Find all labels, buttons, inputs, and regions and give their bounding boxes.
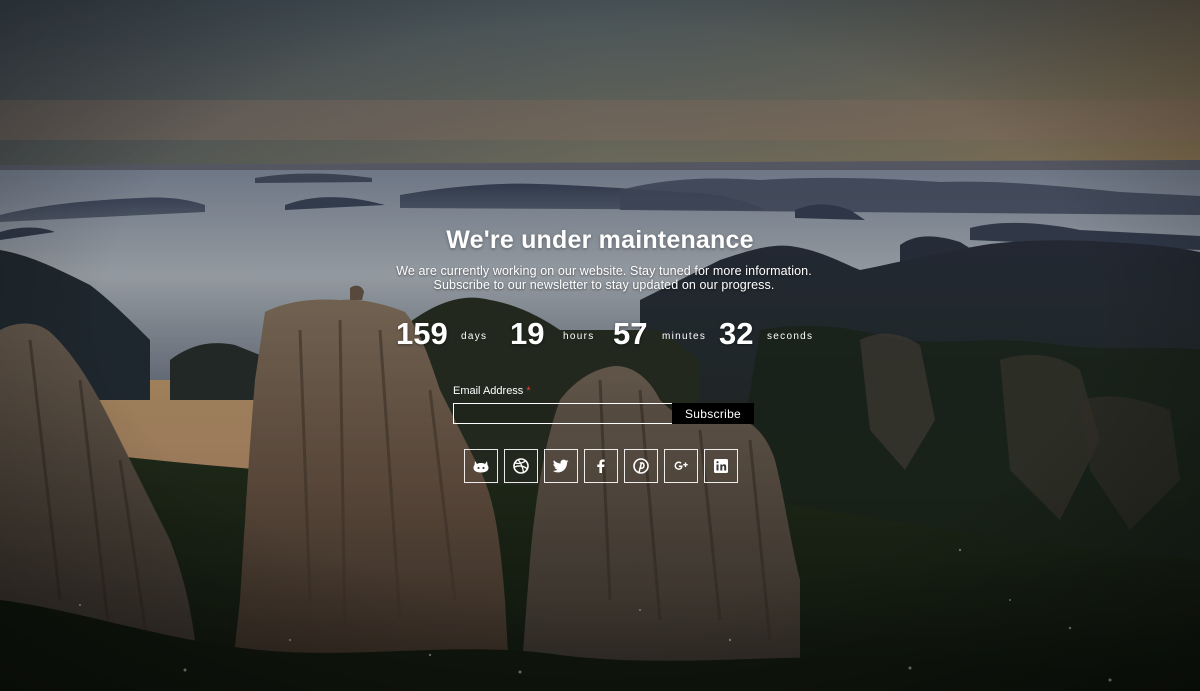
social-links (464, 449, 744, 484)
dribbble-icon (513, 458, 529, 474)
pinterest-link[interactable] (624, 449, 658, 483)
twitter-link[interactable] (544, 449, 578, 483)
countdown-days-label: days (461, 331, 488, 342)
linkedin-link[interactable] (704, 449, 738, 483)
subtitle-line-2: Subscribe to our newsletter to stay upda… (433, 278, 775, 292)
countdown-hours-label: hours (563, 331, 595, 342)
page-title: We're under maintenance (446, 226, 754, 254)
google-plus-icon (674, 461, 688, 470)
subscribe-button[interactable]: Subscribe (672, 403, 754, 424)
google-plus-link[interactable] (664, 449, 698, 483)
countdown-seconds-label: seconds (767, 331, 814, 342)
dribbble-link[interactable] (504, 449, 538, 483)
github-icon (473, 461, 489, 473)
github-link[interactable] (464, 449, 498, 483)
countdown-seconds-value: 32 (719, 316, 754, 351)
pinterest-icon (633, 458, 649, 474)
email-address-label: Email Address * (453, 385, 531, 398)
facebook-icon (597, 459, 605, 473)
required-marker: * (526, 385, 531, 397)
countdown-hours-value: 19 (510, 316, 545, 351)
countdown-timer: 159 days 19 hours 57 minutes 32 seconds (0, 316, 1200, 356)
email-input[interactable] (453, 403, 674, 424)
countdown-minutes-label: minutes (662, 331, 707, 342)
countdown-days-value: 159 (396, 316, 448, 351)
subtitle-line-1: We are currently working on our website.… (396, 264, 812, 278)
email-label-text: Email Address (453, 385, 524, 397)
facebook-link[interactable] (584, 449, 618, 483)
maintenance-panel: We're under maintenance We are currently… (0, 0, 1200, 691)
twitter-icon (552, 459, 569, 473)
countdown-minutes-value: 57 (613, 316, 648, 351)
linkedin-icon (714, 459, 728, 473)
